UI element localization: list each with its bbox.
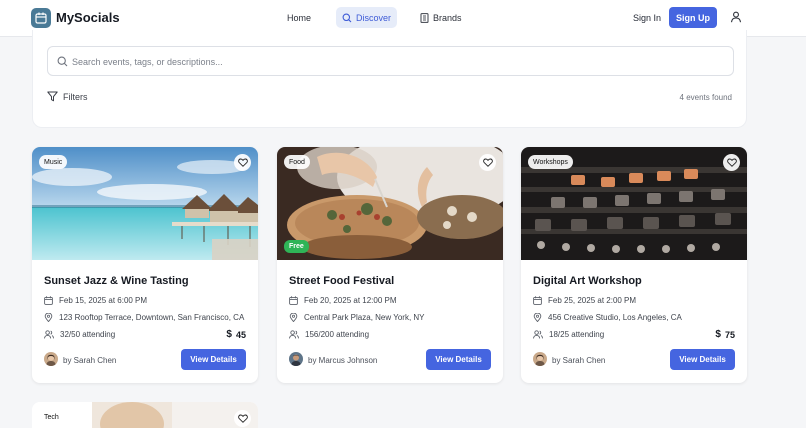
heart-icon [482, 158, 493, 167]
event-image[interactable]: Music [32, 147, 258, 260]
user-icon[interactable] [730, 11, 742, 23]
nav-home-label: Home [287, 12, 312, 23]
event-image[interactable]: Workshops [521, 147, 747, 260]
users-icon [289, 330, 299, 339]
event-attendance: 32/50 attending [44, 330, 115, 339]
event-date-text: Feb 15, 2025 at 6:00 PM [59, 296, 148, 305]
favorite-button[interactable] [479, 154, 496, 171]
event-location: 456 Creative Studio, Los Angeles, CA [533, 313, 682, 322]
nav-discover-label: Discover [356, 12, 392, 23]
search-box[interactable] [47, 46, 734, 76]
event-date-text: Feb 20, 2025 at 12:00 PM [304, 296, 397, 305]
filters-label: Filters [63, 91, 88, 102]
heart-icon [726, 158, 737, 167]
free-badge: Free [284, 240, 309, 253]
event-title[interactable]: Sunset Jazz & Wine Tasting [44, 275, 189, 287]
event-title[interactable]: Digital Art Workshop [533, 275, 642, 287]
search-icon [342, 13, 352, 22]
event-card[interactable]: Workshops Digital Art Workshop Feb 25, 2… [521, 147, 747, 383]
event-attendance: 156/200 attending [289, 330, 369, 339]
host-name: by Marcus Johnson [308, 356, 378, 365]
event-attendance: 18/25 attending [533, 330, 604, 339]
event-image[interactable]: Food Free [277, 147, 503, 260]
users-icon [533, 330, 543, 339]
event-location-text: Central Park Plaza, New York, NY [304, 313, 425, 322]
calendar-icon [289, 296, 298, 305]
event-date: Feb 25, 2025 at 2:00 PM [533, 296, 636, 305]
sign-up-button[interactable]: Sign Up [669, 7, 717, 28]
event-card[interactable]: Food Free Street Food Festival Feb 20, 2… [277, 147, 503, 383]
event-location-text: 456 Creative Studio, Los Angeles, CA [548, 313, 682, 322]
app-name[interactable]: MySocials [56, 10, 120, 25]
event-date: Feb 20, 2025 at 12:00 PM [289, 296, 397, 305]
event-attendance-text: 32/50 attending [60, 330, 116, 339]
event-image[interactable] [32, 402, 258, 428]
event-price: $ 75 [715, 329, 735, 340]
event-location: 123 Rooftop Terrace, Downtown, San Franc… [44, 313, 244, 322]
calendar-icon [533, 296, 542, 305]
heart-icon [237, 158, 248, 167]
event-date-text: Feb 25, 2025 at 2:00 PM [548, 296, 637, 305]
event-location: Central Park Plaza, New York, NY [289, 313, 425, 322]
users-icon [44, 330, 54, 339]
event-attendance-text: 156/200 attending [305, 330, 370, 339]
search-input[interactable] [72, 52, 722, 71]
nav-brands[interactable]: Brands [414, 7, 468, 28]
view-details-button[interactable]: View Details [426, 349, 491, 370]
view-details-button[interactable]: View Details [670, 349, 735, 370]
category-tag: Food [284, 155, 310, 169]
search-icon [57, 56, 68, 67]
filters-button[interactable]: Filters [47, 91, 88, 102]
nav-home[interactable]: Home [281, 7, 317, 28]
host-name: by Sarah Chen [63, 356, 117, 365]
nav-brands-label: Brands [433, 12, 462, 23]
event-price-value: 45 [235, 329, 246, 340]
map-pin-icon [533, 313, 542, 322]
filter-icon [47, 91, 58, 102]
avatar [289, 352, 303, 366]
favorite-button[interactable] [234, 154, 251, 171]
event-location-text: 123 Rooftop Terrace, Downtown, San Franc… [59, 313, 245, 322]
search-panel: Filters 4 events found [32, 30, 747, 128]
category-tag: Tech [39, 410, 64, 424]
host-name: by Sarah Chen [552, 356, 606, 365]
event-attendance-text: 18/25 attending [549, 330, 605, 339]
favorite-button[interactable] [234, 410, 251, 427]
dollar-icon: $ [715, 329, 721, 340]
category-tag: Workshops [528, 155, 573, 169]
event-card[interactable]: Tech [32, 402, 258, 428]
view-details-button[interactable]: View Details [181, 349, 246, 370]
dollar-icon: $ [226, 329, 232, 340]
results-count: 4 events found [679, 93, 732, 102]
favorite-button[interactable] [723, 154, 740, 171]
event-title[interactable]: Street Food Festival [289, 275, 394, 287]
calendar-logo-icon[interactable] [31, 8, 51, 28]
map-pin-icon [44, 313, 53, 322]
event-price-value: 75 [724, 329, 735, 340]
avatar [44, 352, 58, 366]
event-price: $ 45 [226, 329, 246, 340]
calendar-icon [44, 296, 53, 305]
heart-icon [237, 414, 248, 423]
category-tag: Music [39, 155, 68, 169]
building-icon [420, 12, 429, 23]
event-date: Feb 15, 2025 at 6:00 PM [44, 296, 147, 305]
avatar [533, 352, 547, 366]
nav-discover[interactable]: Discover [336, 7, 398, 28]
map-pin-icon [289, 313, 298, 322]
sign-in-link[interactable]: Sign In [633, 13, 661, 23]
event-card[interactable]: Music Sunset Jazz & Wine Tasting Feb 15,… [32, 147, 258, 383]
